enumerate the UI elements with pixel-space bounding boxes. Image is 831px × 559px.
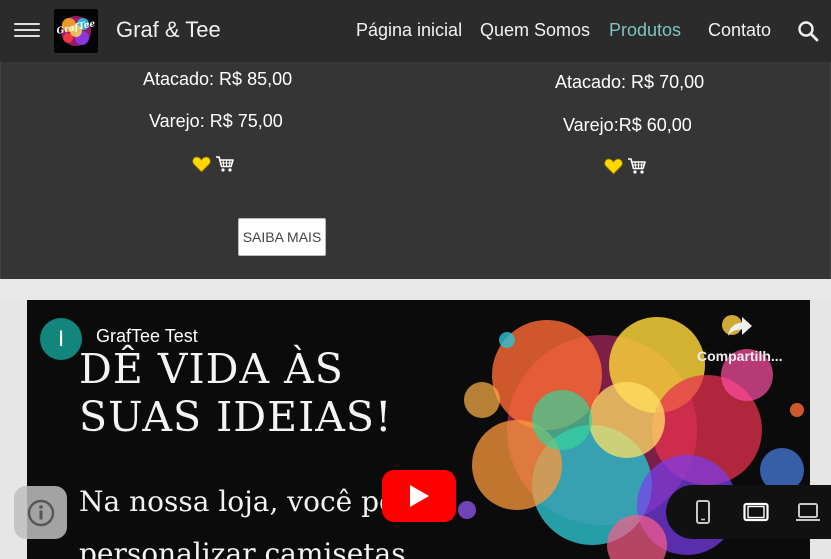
desktop-view-icon[interactable]: [795, 499, 821, 525]
tablet-view-icon[interactable]: [743, 499, 769, 525]
info-button[interactable]: [14, 486, 67, 539]
mobile-view-icon[interactable]: [690, 499, 716, 525]
nav-item-pagina-inicial[interactable]: Página inicial: [356, 20, 462, 41]
product-2-wholesale-price: Atacado: R$ 70,00: [555, 72, 705, 92]
video-headline: DÊ VIDA ÀS SUAS IDEIAS!: [79, 345, 392, 441]
headline-line-2: SUAS IDEIAS!: [79, 393, 393, 441]
search-icon[interactable]: [796, 19, 820, 43]
nav-item-contato[interactable]: Contato: [708, 20, 771, 41]
play-icon: [410, 485, 429, 507]
nav-item-quem-somos[interactable]: Quem Somos: [480, 20, 590, 41]
shopping-cart-icon[interactable]: [215, 155, 235, 173]
play-button[interactable]: [382, 470, 456, 522]
channel-avatar[interactable]: I: [40, 318, 82, 360]
product-2-actions: [604, 157, 647, 175]
device-preview-toolbar: [666, 485, 831, 539]
video-channel-title[interactable]: GrafTee Test: [96, 326, 198, 347]
shopping-cart-icon[interactable]: [627, 157, 647, 175]
product-2-retail-price: Varejo:R$ 60,00: [563, 115, 692, 135]
page: GrafTee Graf & Tee Página inicial Quem S…: [0, 0, 831, 559]
saiba-mais-button[interactable]: SAIBA MAIS: [238, 218, 326, 256]
video-tagline: Na nossa loja, você po personalizar cami…: [79, 476, 406, 559]
section-divider: [0, 279, 831, 300]
share-label: Compartilh...: [697, 348, 783, 364]
share-button[interactable]: Compartilh...: [694, 314, 794, 370]
info-icon: [27, 499, 54, 526]
favorite-heart-icon[interactable]: [192, 155, 211, 173]
favorite-heart-icon[interactable]: [604, 157, 623, 175]
tagline-line-2: personalizar camisetas: [79, 537, 406, 559]
site-header: GrafTee Graf & Tee Página inicial Quem S…: [0, 0, 831, 62]
nav-item-produtos[interactable]: Produtos: [609, 20, 681, 41]
main-nav: Página inicial Quem Somos Produtos Conta…: [0, 20, 831, 44]
share-arrow-icon: [728, 317, 752, 336]
headline-line-1: DÊ VIDA ÀS: [79, 345, 344, 393]
product-1-actions: [192, 155, 235, 173]
product-1-wholesale-price: Atacado: R$ 85,00: [143, 69, 293, 89]
products-section: Atacado: R$ 85,00 Varejo: R$ 75,00 SAIBA…: [0, 62, 831, 279]
tagline-line-1: Na nossa loja, você po: [79, 485, 396, 518]
product-1-retail-price: Varejo: R$ 75,00: [149, 111, 283, 131]
